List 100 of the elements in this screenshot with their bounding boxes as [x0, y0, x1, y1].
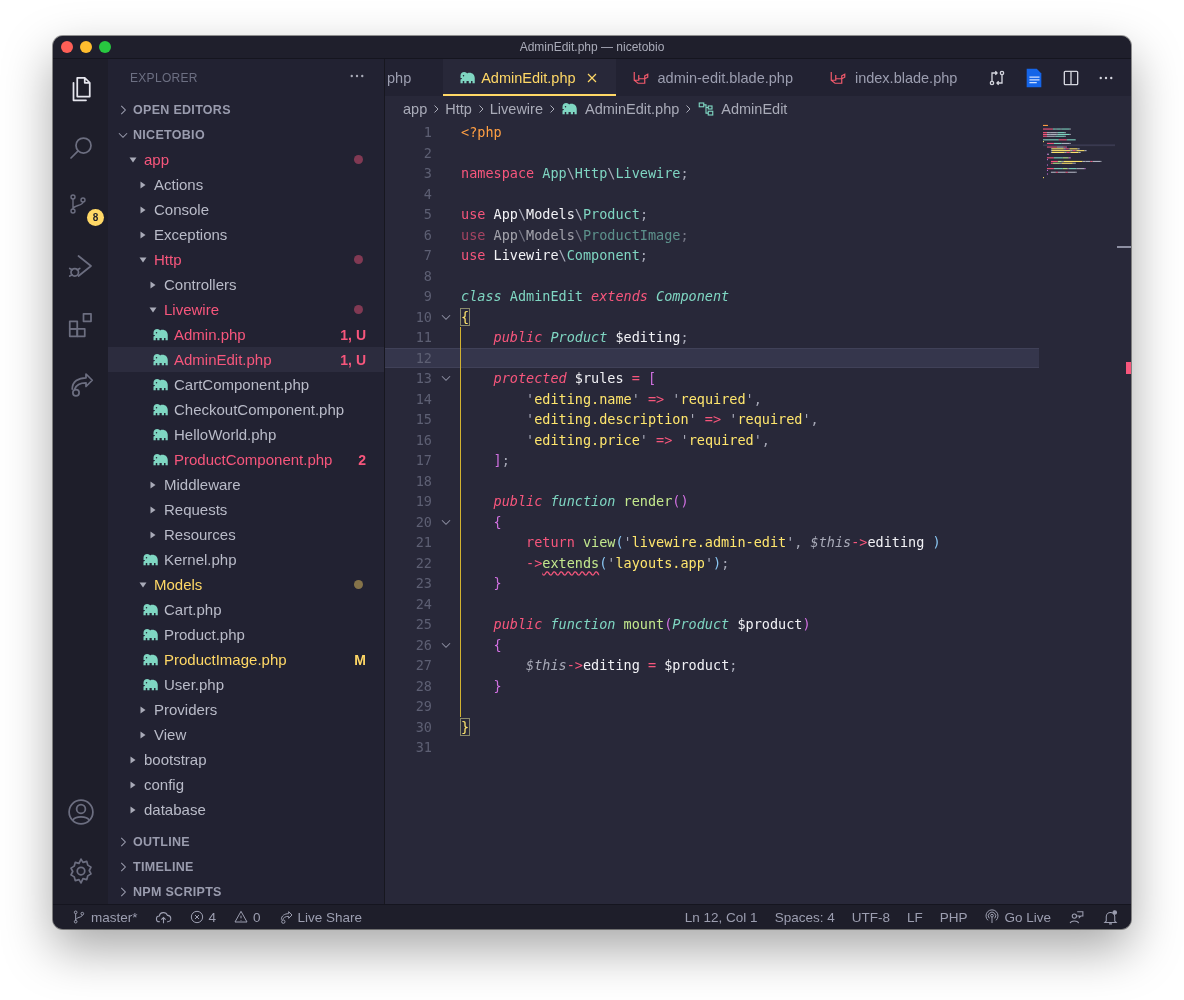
- breadcrumb-item[interactable]: AdminEdit: [697, 100, 788, 118]
- account-icon[interactable]: [65, 796, 96, 827]
- zoom-window-control[interactable]: [99, 41, 111, 53]
- folder-item[interactable]: Requests: [108, 497, 384, 522]
- line-number: 1: [422, 123, 432, 142]
- code-line: }: [492, 676, 502, 696]
- status-text[interactable]: LF: [906, 909, 923, 925]
- code-line: protected $rules = [: [492, 369, 657, 388]
- section-header[interactable]: OUTLINE: [108, 829, 384, 854]
- folder-item[interactable]: Livewire: [108, 297, 384, 322]
- file-item[interactable]: Admin.php 1, U: [108, 322, 384, 347]
- disclosure-triangle-icon[interactable]: [138, 229, 148, 240]
- disclosure-triangle-icon[interactable]: [128, 804, 138, 815]
- folder-item[interactable]: app: [108, 147, 384, 172]
- code-line: use Livewire\Component;: [461, 246, 648, 265]
- code-line: 'editing.price' => 'required',: [525, 430, 770, 450]
- line-number: 11: [414, 328, 432, 347]
- folder-item[interactable]: config: [108, 772, 384, 797]
- folder-item[interactable]: bootstrap: [108, 747, 384, 772]
- section-header[interactable]: NICETOBIO: [108, 122, 384, 147]
- folder-item[interactable]: View: [108, 722, 384, 747]
- disclosure-triangle-icon[interactable]: [148, 479, 158, 490]
- folder-item[interactable]: Http: [108, 247, 384, 272]
- status-text[interactable]: Ln 12, Col 1: [684, 909, 758, 925]
- editor-tab[interactable]: php: [385, 59, 444, 96]
- close-window-control[interactable]: [61, 41, 73, 53]
- status-item[interactable]: 0: [233, 909, 261, 925]
- folder-item[interactable]: Actions: [108, 172, 384, 197]
- breadcrumb-item[interactable]: Livewire: [489, 101, 543, 117]
- disclosure-triangle-icon[interactable]: [128, 779, 138, 790]
- file-item[interactable]: User.php: [108, 672, 384, 697]
- git-status-label: 1, U: [340, 326, 366, 343]
- code-line: use App\Models\ProductImage;: [461, 225, 689, 245]
- line-number: 22: [414, 553, 432, 573]
- notifications-icon[interactable]: [1102, 908, 1119, 926]
- window-title: AdminEdit.php — nicetobio: [518, 40, 666, 54]
- file-item[interactable]: CartComponent.php: [108, 372, 384, 397]
- section-header[interactable]: OPEN EDITORS: [108, 97, 384, 122]
- line-number: 21: [414, 533, 432, 552]
- code-line: public function render(): [492, 492, 689, 511]
- code-line: }: [461, 717, 470, 737]
- folder-item[interactable]: Middleware: [108, 472, 384, 497]
- file-item[interactable]: ProductImage.php M: [108, 647, 384, 672]
- line-number: 14: [414, 389, 432, 409]
- section-header[interactable]: NPM SCRIPTS: [108, 879, 384, 904]
- line-number: 27: [414, 656, 432, 675]
- status-item[interactable]: master*: [71, 909, 138, 925]
- code-line: <?php: [461, 123, 502, 142]
- line-number: 6: [422, 225, 432, 245]
- line-number: 26: [414, 635, 432, 655]
- line-number: 10: [414, 307, 432, 327]
- disclosure-triangle-icon[interactable]: [148, 279, 158, 290]
- editor-tab[interactable]: AdminEdit.php: [443, 59, 616, 96]
- file-item[interactable]: HelloWorld.php: [108, 422, 384, 447]
- breadcrumb-item[interactable]: AdminEdit.php: [561, 100, 680, 118]
- editor-tab[interactable]: admin-edit.blade.php: [615, 59, 809, 96]
- folder-item[interactable]: database: [108, 797, 384, 822]
- folder-item[interactable]: Providers: [108, 697, 384, 722]
- code-line: public Product $editing;: [492, 328, 689, 347]
- line-number: 18: [414, 471, 432, 491]
- folder-item[interactable]: Controllers: [108, 272, 384, 297]
- disclosure-triangle-icon[interactable]: [138, 729, 148, 740]
- editor-tab[interactable]: index.blade.php: [812, 59, 974, 96]
- folder-item[interactable]: Exceptions: [108, 222, 384, 247]
- folder-item[interactable]: Console: [108, 197, 384, 222]
- file-item[interactable]: ProductComponent.php 2: [108, 447, 384, 472]
- file-item[interactable]: Cart.php: [108, 597, 384, 622]
- line-number: 23: [414, 574, 432, 593]
- code-line: ->extends('layouts.app');: [525, 553, 730, 573]
- disclosure-triangle-icon[interactable]: [138, 179, 148, 190]
- disclosure-triangle-icon[interactable]: [138, 204, 148, 215]
- disclosure-triangle-icon[interactable]: [148, 504, 158, 515]
- breadcrumb-item[interactable]: Http: [445, 101, 472, 117]
- status-text[interactable]: PHP: [939, 909, 968, 925]
- status-item[interactable]: Go Live: [984, 909, 1051, 925]
- line-number: 13: [414, 369, 432, 388]
- disclosure-triangle-icon[interactable]: [128, 754, 138, 765]
- file-item[interactable]: CheckoutComponent.php: [108, 397, 384, 422]
- file-item[interactable]: AdminEdit.php 1, U: [108, 347, 384, 372]
- code-line: 'editing.description' => 'required',: [525, 410, 819, 429]
- file-item[interactable]: Kernel.php: [108, 547, 384, 572]
- code-line: {: [492, 635, 502, 655]
- breadcrumb-item[interactable]: app: [403, 101, 428, 117]
- folder-item[interactable]: Models: [108, 572, 384, 597]
- status-item[interactable]: 4: [188, 909, 217, 925]
- line-number: 16: [414, 430, 432, 450]
- branch-icon: [71, 909, 87, 925]
- section-header[interactable]: TIMELINE: [108, 854, 384, 879]
- disclosure-triangle-icon[interactable]: [138, 704, 148, 715]
- line-number: 20: [414, 512, 432, 532]
- status-text[interactable]: UTF-8: [851, 909, 890, 925]
- folder-item[interactable]: Resources: [108, 522, 384, 547]
- overview-ruler-mark: [1117, 246, 1131, 248]
- disclosure-triangle-icon[interactable]: [148, 529, 158, 540]
- feedback-icon[interactable]: [1068, 908, 1085, 926]
- file-item[interactable]: Product.php: [108, 622, 384, 647]
- git-status-label: 2: [358, 451, 366, 468]
- status-item[interactable]: Live Share: [277, 909, 363, 925]
- status-text[interactable]: Spaces: 4: [774, 909, 835, 925]
- minimize-window-control[interactable]: [80, 41, 92, 53]
